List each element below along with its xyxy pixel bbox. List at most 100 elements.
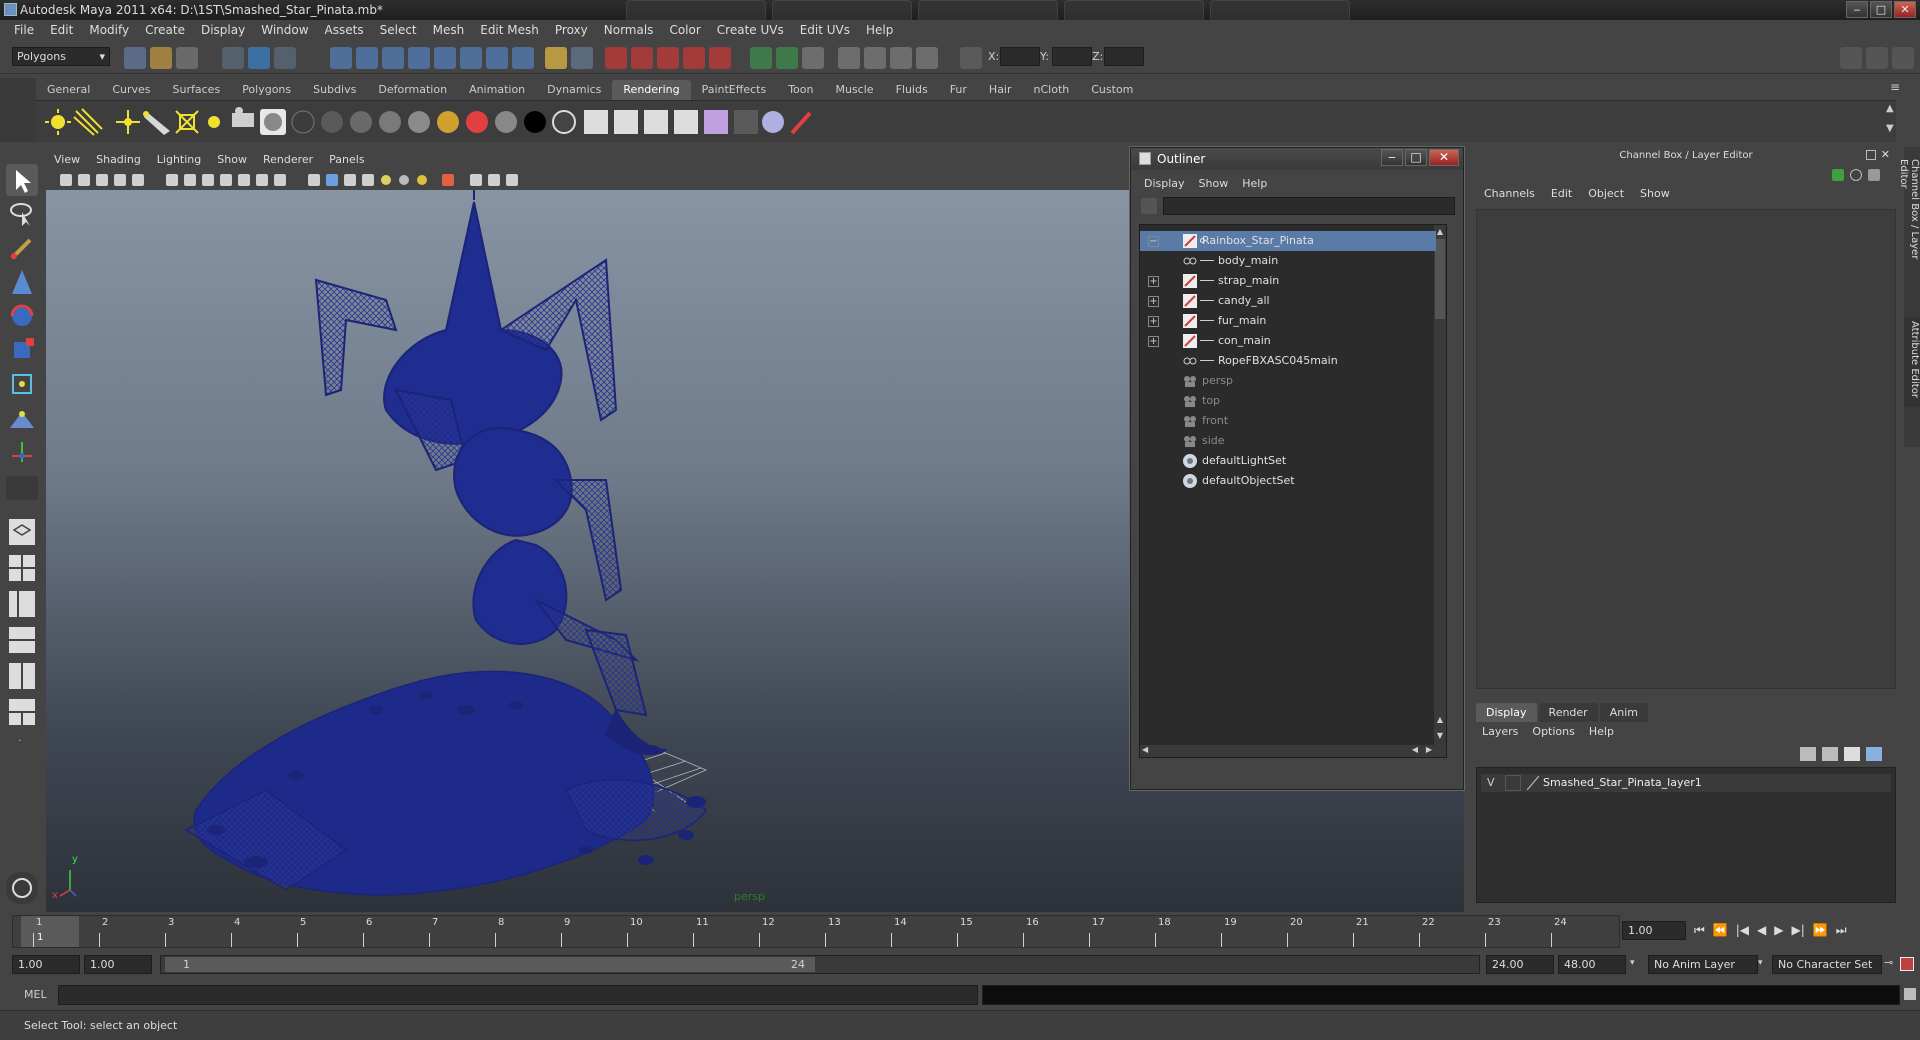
menu-file[interactable]: File <box>6 20 42 42</box>
time-slider[interactable]: 1 1 2 3 4 5 6 7 8 9 10 11 12 13 14 15 16 17 18 19 20 21 22 23 2… <box>12 915 1620 948</box>
step-back-frame-icon[interactable]: |◀ <box>1736 923 1749 938</box>
viewport-menu-show[interactable]: Show <box>209 150 255 170</box>
render-view-icon[interactable] <box>709 47 731 69</box>
outliner-titlebar[interactable]: Outliner ‒ □ ✕ <box>1131 148 1463 170</box>
playback-start-field[interactable]: 1.00 <box>84 955 152 974</box>
tab-hair[interactable]: Hair <box>978 80 1023 100</box>
outliner-item[interactable]: body_main <box>1140 251 1436 271</box>
new-layer-icon[interactable] <box>1844 747 1860 761</box>
snap-extra-icon[interactable] <box>486 47 508 69</box>
move-layer-down-icon[interactable] <box>1822 747 1838 761</box>
menu-display[interactable]: Display <box>193 20 253 42</box>
menu-create-uvs[interactable]: Create UVs <box>709 20 792 42</box>
z-field[interactable] <box>1104 47 1144 66</box>
tab-polygons[interactable]: Polygons <box>231 80 302 100</box>
show-attribute-editor-icon[interactable] <box>750 47 772 69</box>
auto-key-icon[interactable]: ⊸ <box>1884 956 1893 969</box>
select-object-icon[interactable] <box>248 47 270 69</box>
menuset-dropdown[interactable]: Polygons ▾ <box>12 47 110 66</box>
scroll-left-icon[interactable]: ◀ <box>1412 745 1418 754</box>
close-button[interactable]: ✕ <box>1894 1 1916 18</box>
expand-toggle-icon[interactable]: − <box>1148 236 1159 247</box>
paint-icon[interactable] <box>890 47 912 69</box>
outliner-item[interactable]: + fur_main <box>1140 311 1436 331</box>
universal-manip-icon[interactable] <box>6 368 38 400</box>
menu-edit-uvs[interactable]: Edit UVs <box>792 20 858 42</box>
scroll-down-icon[interactable]: ▼ <box>1434 731 1446 740</box>
move-layer-up-icon[interactable] <box>1800 747 1816 761</box>
outliner-item[interactable]: − Rainbox_Star_Pinata <box>1140 231 1436 251</box>
outliner-item[interactable]: + candy_all <box>1140 291 1436 311</box>
chevron-down-icon[interactable]: ▾ <box>1630 958 1635 968</box>
tab-fluids[interactable]: Fluids <box>885 80 939 100</box>
outliner-menu-help[interactable]: Help <box>1235 175 1274 193</box>
lock-icon[interactable] <box>545 47 567 69</box>
channel-show-menu[interactable]: Show <box>1632 187 1678 200</box>
outliner-item[interactable]: + strap_main <box>1140 271 1436 291</box>
channel-box-side-tab[interactable]: Channel Box / Layer Editor <box>1898 155 1920 295</box>
tab-animation[interactable]: Animation <box>458 80 536 100</box>
y-field[interactable] <box>1052 47 1092 66</box>
ipr-render-icon[interactable] <box>631 47 653 69</box>
outliner-item[interactable]: front <box>1140 411 1436 431</box>
outliner-item[interactable]: defaultLightSet <box>1140 451 1436 471</box>
scroll-left-icon[interactable]: ◀ <box>1142 745 1148 754</box>
play-forwards-icon[interactable]: ▶ <box>1774 923 1783 938</box>
maximize-button[interactable]: □ <box>1870 1 1892 18</box>
tab-render-layers[interactable]: Render <box>1538 703 1598 722</box>
channel-speed-icon[interactable] <box>1850 169 1862 181</box>
tab-surfaces[interactable]: Surfaces <box>162 80 232 100</box>
select-component-icon[interactable] <box>274 47 296 69</box>
rotate-tool-icon[interactable] <box>6 300 38 332</box>
filter-icon[interactable] <box>1141 198 1157 214</box>
current-time-field[interactable]: 1.00 <box>1622 921 1686 940</box>
menu-window[interactable]: Window <box>253 20 316 42</box>
character-set-dropdown[interactable]: No Character Set <box>1772 955 1882 974</box>
tab-painteffects[interactable]: PaintEffects <box>691 80 778 100</box>
viewport-menu-view[interactable]: View <box>46 150 88 170</box>
current-time-marker[interactable] <box>21 916 79 947</box>
script-editor-icon[interactable] <box>1904 988 1916 1000</box>
show-channel-box-icon[interactable] <box>802 47 824 69</box>
show-tool-settings-icon[interactable] <box>776 47 798 69</box>
layout-icon[interactable] <box>1840 47 1862 69</box>
expand-toggle-icon[interactable]: + <box>1148 296 1159 307</box>
graph-persp-layout-icon[interactable] <box>6 624 38 656</box>
playback-end-field[interactable]: 24.00 <box>1486 955 1554 974</box>
new-scene-icon[interactable] <box>124 47 146 69</box>
scroll-up-icon[interactable]: ▲ <box>1434 715 1446 724</box>
help-query-icon[interactable] <box>512 47 534 69</box>
chevron-down-icon[interactable]: ▾ <box>1758 958 1763 968</box>
menu-create[interactable]: Create <box>137 20 193 42</box>
outliner-horizontal-scrollbar[interactable]: ◀ ◀ ▶ <box>1140 745 1434 757</box>
channel-key-icon[interactable] <box>1832 169 1844 181</box>
toolbox-more-icon[interactable]: · <box>6 732 38 752</box>
settings-icon[interactable] <box>1892 47 1914 69</box>
tab-rendering[interactable]: Rendering <box>612 80 691 100</box>
menu-normals[interactable]: Normals <box>596 20 662 42</box>
minimize-button[interactable]: ‒ <box>1846 1 1868 18</box>
snap-live-icon[interactable] <box>434 47 456 69</box>
last-tool-slot[interactable] <box>6 476 38 500</box>
menu-edit-mesh[interactable]: Edit Mesh <box>472 20 547 42</box>
transform-input-icon[interactable] <box>960 47 982 69</box>
shelf-scroll-up-icon[interactable]: ▲ <box>1886 103 1894 114</box>
scroll-right-icon[interactable]: ▶ <box>1426 745 1432 754</box>
viewport-menu-renderer[interactable]: Renderer <box>255 150 321 170</box>
layer-visibility-toggle[interactable]: V <box>1487 776 1495 789</box>
command-language-label[interactable]: MEL <box>24 988 47 1001</box>
viewport-menu-lighting[interactable]: Lighting <box>149 150 209 170</box>
range-slider-handle[interactable] <box>165 957 815 972</box>
layers-menu[interactable]: Layers <box>1482 725 1526 738</box>
menu-color[interactable]: Color <box>661 20 708 42</box>
tab-custom[interactable]: Custom <box>1080 80 1144 100</box>
outliner-menu-show[interactable]: Show <box>1192 175 1236 193</box>
move-tool-icon[interactable] <box>6 266 38 298</box>
sculpt-icon[interactable] <box>864 47 886 69</box>
lasso-tool-icon[interactable] <box>6 198 38 230</box>
input-output-icon[interactable] <box>571 47 593 69</box>
outliner-item[interactable]: persp <box>1140 371 1436 391</box>
viewport-menu-panels[interactable]: Panels <box>321 150 372 170</box>
animation-start-field[interactable]: 1.00 <box>12 955 80 974</box>
channel-box-area[interactable] <box>1476 209 1896 689</box>
